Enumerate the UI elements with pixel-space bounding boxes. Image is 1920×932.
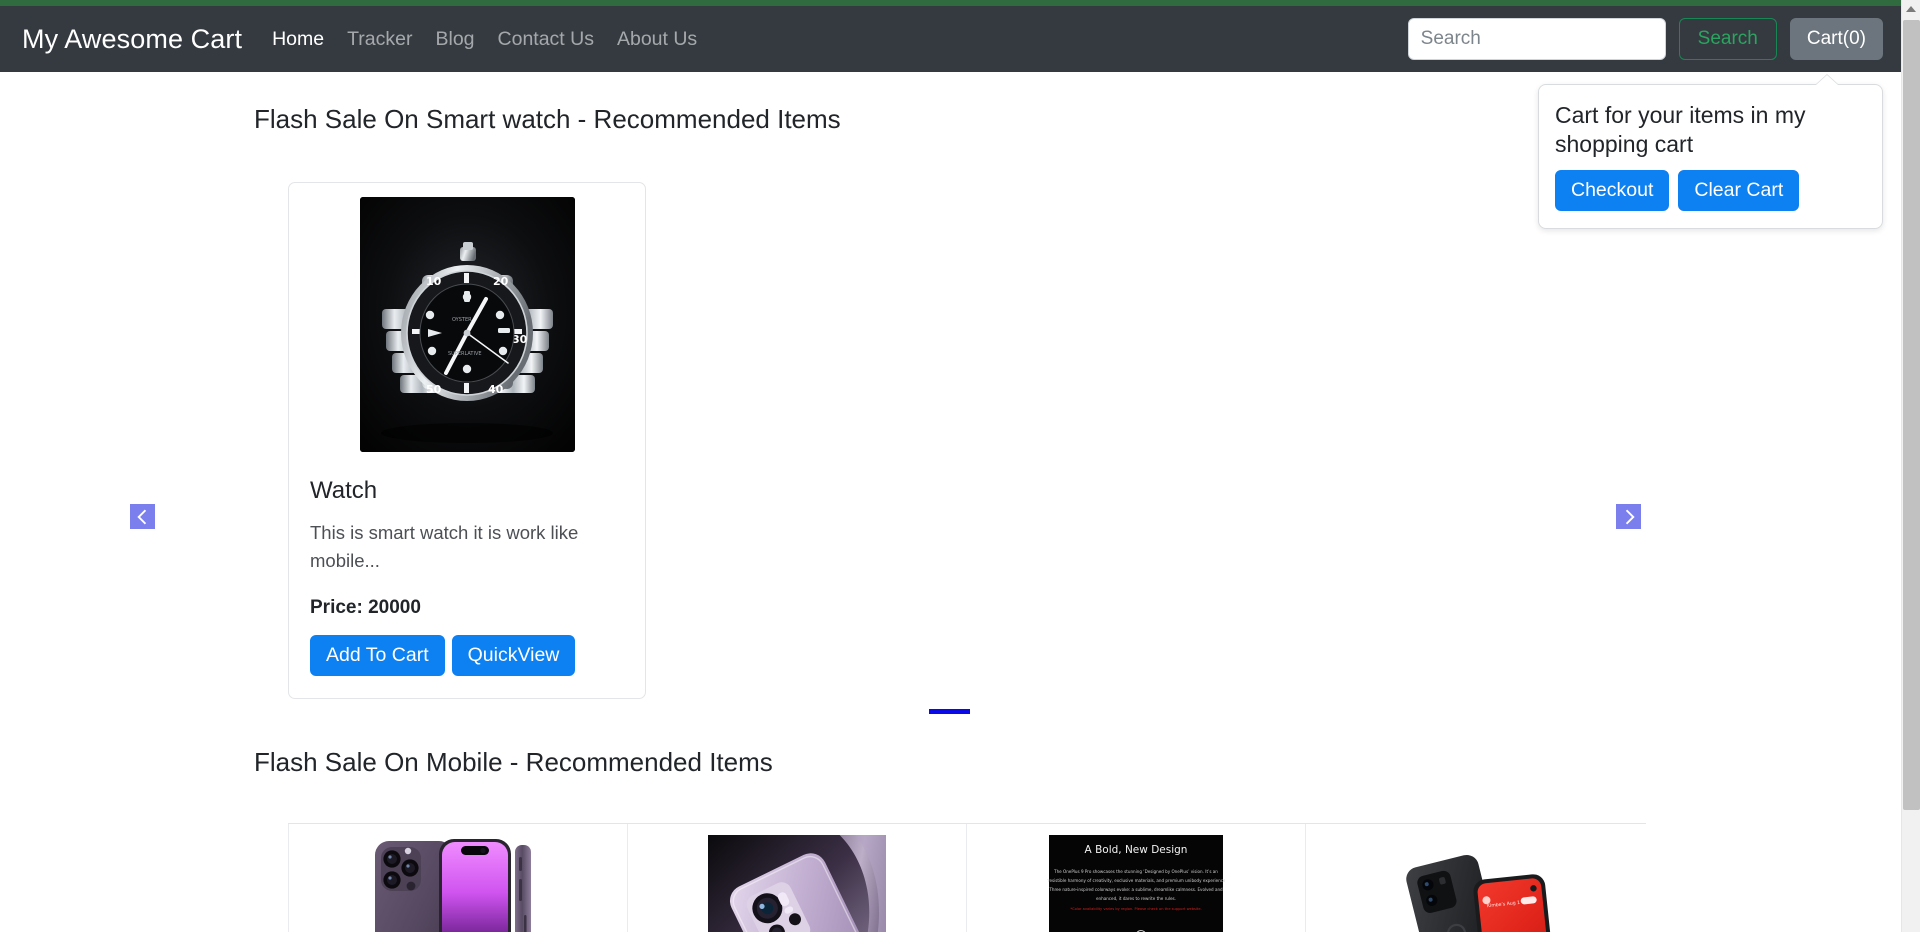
carousel-next-icon[interactable] [1616,504,1641,529]
nav-link-blog[interactable]: Blog [435,28,474,51]
oneplus-bold-new-design-banner: A Bold, New Design The OnePlus 9 Pro sho… [1047,835,1225,932]
scroll-up-arrow-icon[interactable] [1902,0,1920,18]
section-title-watch: Flash Sale On Smart watch - Recommended … [254,104,841,134]
svg-text:20: 20 [493,275,509,288]
mobile-carousel: A Bold, New Design The OnePlus 9 Pro sho… [288,823,1646,932]
nav-link-home[interactable]: Home [272,28,324,51]
carousel-prev-icon[interactable] [130,504,155,529]
svg-text:40: 40 [488,383,504,396]
svg-text:irresistible harmony of creati: irresistible harmony of creativity, excl… [1047,878,1225,883]
product-card-watch[interactable]: 10 20 30 40 50 OYSTER SUPERLATIVE Watch … [288,182,646,700]
cart-popover-title: Cart for your items in my shopping cart [1555,102,1806,157]
page-content: My Awesome Cart Home Tracker Blog Contac… [0,0,1901,932]
cart-popover-arrow-icon [1816,75,1838,85]
search-button[interactable]: Search [1678,18,1777,60]
svg-text:Three nature-inspired colorway: Three nature-inspired colorways evoke: a… [1048,887,1223,892]
carousel-indicator[interactable] [929,709,970,714]
svg-text:OYSTER: OYSTER [452,317,472,323]
clear-cart-button[interactable]: Clear Cart [1678,170,1800,212]
nav-link-about-us[interactable]: About Us [617,28,697,51]
product-card-mobile-4[interactable]: Kimbe’s Aug 1 [1305,824,1644,932]
product-actions: Add To Cart QuickView [310,635,631,677]
product-card-mobile-1[interactable] [288,824,627,932]
search-input[interactable] [1407,18,1666,60]
scrollbar-thumb[interactable] [1903,20,1920,810]
product-name: Watch [310,477,378,504]
browser-viewport: My Awesome Cart Home Tracker Blog Contac… [0,0,1920,932]
svg-text:The OnePlus 9 Pro showcases th: The OnePlus 9 Pro showcases the stunning… [1053,869,1218,874]
quickview-button[interactable]: QuickView [451,635,576,677]
product-description: This is smart watch it is work like mobi… [310,522,579,572]
google-pixel-black-image: Kimbe’s Aug 1 [1386,835,1564,932]
navbar-right-group: Search Cart(0) Cart for your items in my… [1407,18,1883,230]
iphone-14-pro-purple-image [369,835,547,932]
navbar: My Awesome Cart Home Tracker Blog Contac… [0,6,1901,230]
brand-title: My Awesome Cart [22,23,243,54]
watch-product-image: 10 20 30 40 50 OYSTER SUPERLATIVE [359,197,575,452]
svg-text:A Bold, New Design: A Bold, New Design [1085,844,1188,856]
checkout-button[interactable]: Checkout [1555,170,1670,212]
nav-link-tracker[interactable]: Tracker [347,28,412,51]
svg-text:enhanced, it dares to rewrite: enhanced, it dares to rewrite the rules. [1096,896,1176,901]
nav-link-contact-us[interactable]: Contact Us [498,28,594,51]
svg-text:10: 10 [426,275,442,288]
cart-popover: Cart for your items in my shopping cart … [1538,75,1883,230]
page-scrollbar[interactable] [1901,0,1920,932]
section-title-mobile: Flash Sale On Mobile - Recommended Items [254,747,773,777]
svg-text:SUPERLATIVE: SUPERLATIVE [448,351,482,357]
cart-button[interactable]: Cart(0) [1789,18,1883,60]
product-price: Price: 20000 [310,597,421,619]
cart-popover-actions: Checkout Clear Cart [1555,170,1866,212]
add-to-cart-button[interactable]: Add To Cart [310,635,445,677]
nav-links: Home Tracker Blog Contact Us About Us [272,28,697,51]
watch-carousel: 10 20 30 40 50 OYSTER SUPERLATIVE Watch … [130,172,1770,700]
product-card-mobile-3[interactable]: A Bold, New Design The OnePlus 9 Pro sho… [966,824,1305,932]
svg-text:50: 50 [426,383,442,396]
product-card-mobile-2[interactable] [627,824,966,932]
xiaomi-12-purple-image [708,835,886,932]
svg-text:*Color availability varies by: *Color availability varies by region. Pl… [1070,907,1201,911]
